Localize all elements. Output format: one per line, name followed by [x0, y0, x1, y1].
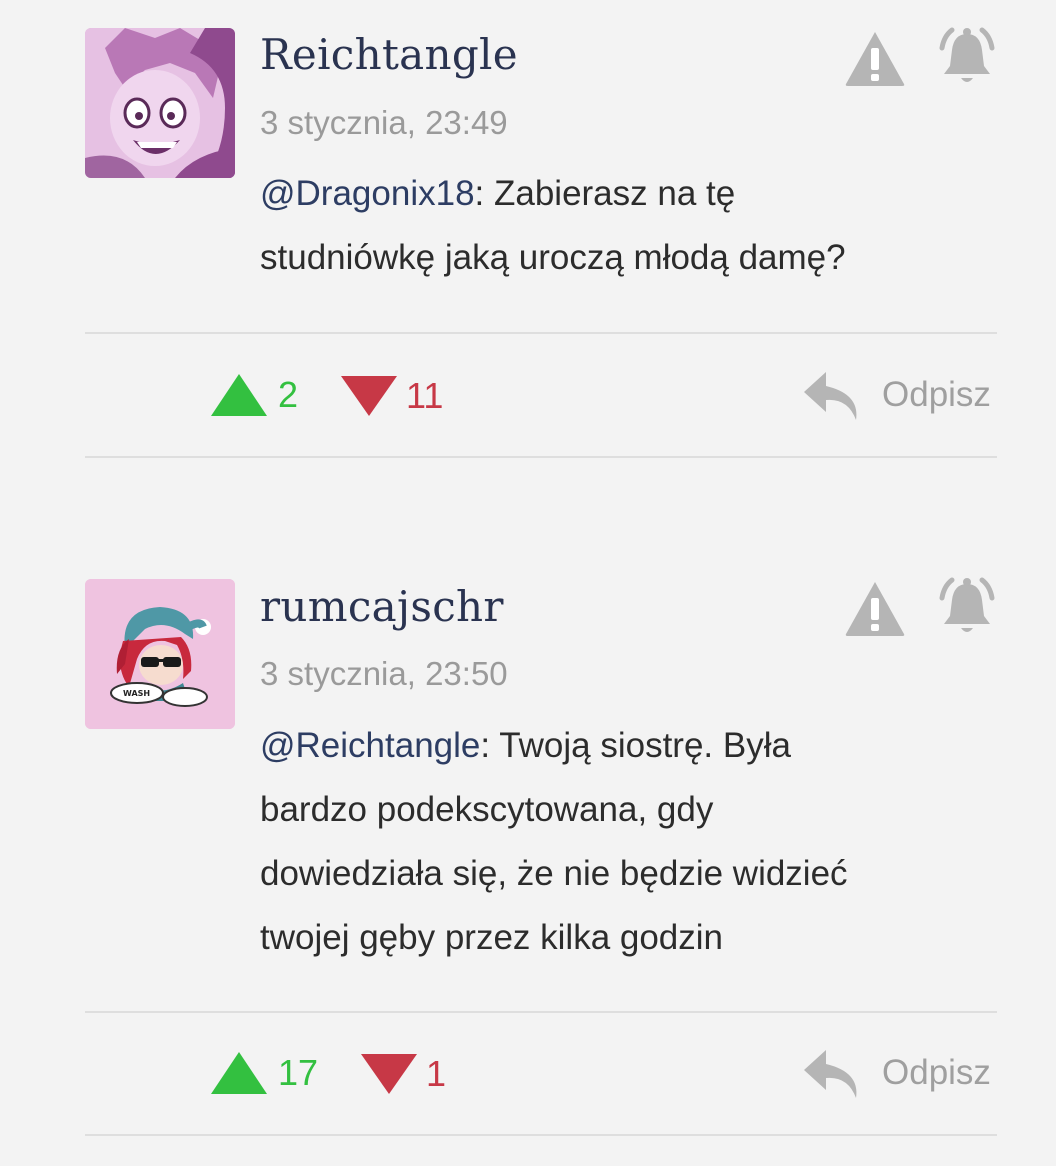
- comment-line: @Reichtangle: Twoją siostrę. Była: [260, 714, 960, 778]
- upvote-button[interactable]: 17: [210, 1050, 318, 1096]
- comment-text: : Twoją siostrę. Była: [480, 726, 791, 765]
- author-name[interactable]: rumcajschr: [260, 582, 504, 631]
- avatar[interactable]: WASH: [85, 579, 235, 729]
- mention-link[interactable]: @Reichtangle: [260, 726, 480, 765]
- reply-label: Odpisz: [882, 1053, 991, 1092]
- triangle-down-icon: [361, 1054, 417, 1094]
- comment-thread: Reichtangle 3 stycznia, 23:49 @Dragonix1…: [0, 0, 1056, 1166]
- comment: WASH rumcajschr 3 stycznia, 23:50 @Reich…: [0, 0, 1056, 1166]
- reply-icon: [804, 1050, 857, 1098]
- divider: [85, 1011, 997, 1013]
- comment-timestamp: 3 stycznia, 23:50: [260, 655, 508, 692]
- divider: [85, 1134, 997, 1136]
- triangle-up-icon: [211, 1052, 267, 1094]
- bell-icon[interactable]: [934, 576, 1000, 638]
- downvote-count: 1: [426, 1053, 447, 1094]
- avatar-tag: WASH: [123, 689, 150, 698]
- avatar-image: WASH: [85, 579, 235, 729]
- comment-line: dowiedziała się, że nie będzie widzieć: [260, 854, 848, 893]
- comment-line: bardzo podekscytowana, gdy: [260, 790, 714, 829]
- downvote-button[interactable]: 1: [360, 1052, 446, 1096]
- upvote-count: 17: [278, 1052, 319, 1093]
- report-icon[interactable]: [842, 578, 908, 640]
- comment-body: @Reichtangle: Twoją siostrę. Była bardzo…: [260, 714, 960, 970]
- comment-line: twojej gęby przez kilka godzin: [260, 918, 724, 957]
- reply-button[interactable]: Odpisz: [800, 1044, 991, 1102]
